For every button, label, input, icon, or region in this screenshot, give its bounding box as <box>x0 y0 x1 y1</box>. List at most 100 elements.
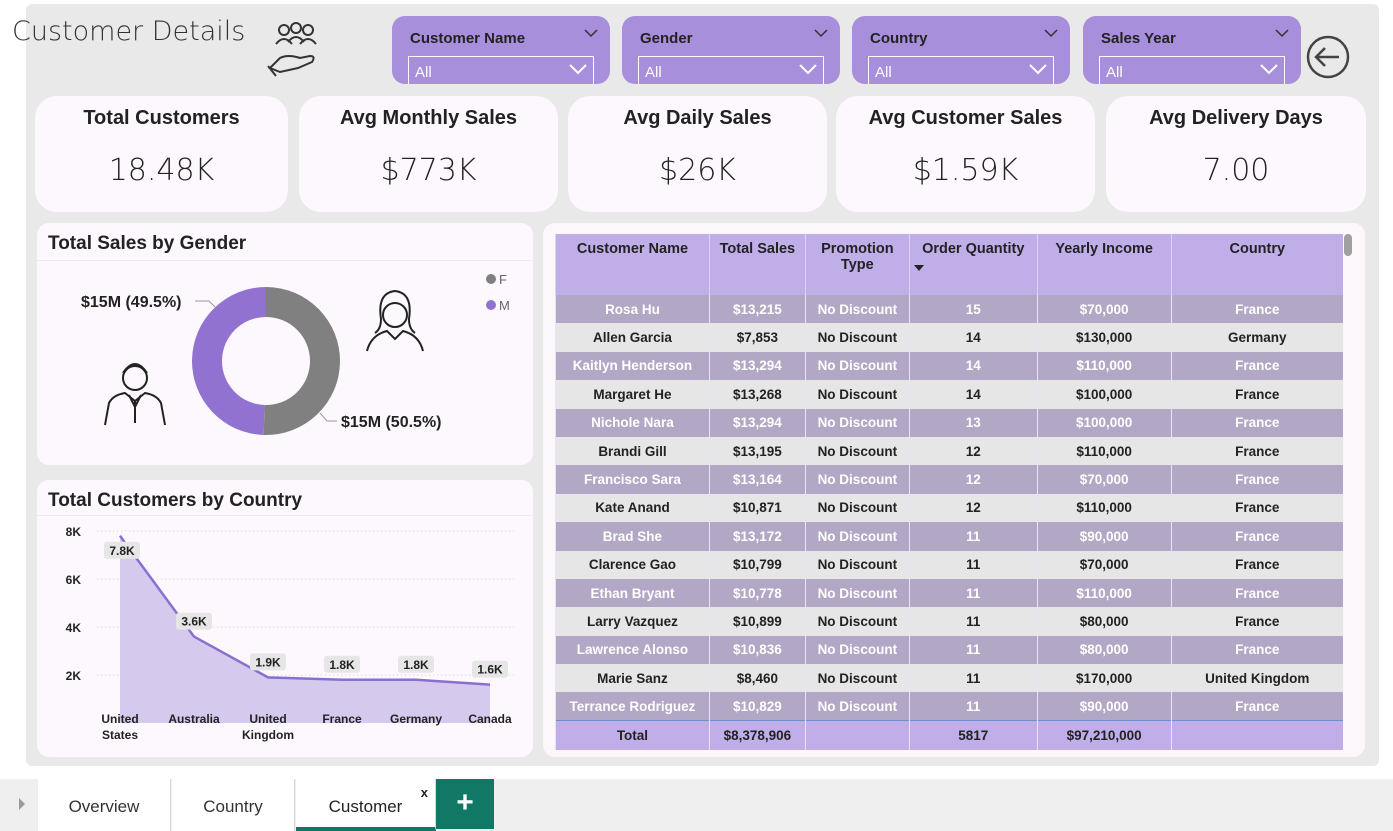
table-cell: No Discount <box>804 578 910 608</box>
table-row[interactable]: Ethan Bryant $10,778 No Discount 11 $110,000… <box>555 578 1343 608</box>
table-cell: Kaitlyn Henderson <box>555 351 710 381</box>
table-row[interactable]: Rosa Hu $13,215 No Discount 15 $70,000 France <box>555 295 1343 324</box>
table-row[interactable]: Terrance Rodriguez $10,829 No Discount 11 $9… <box>555 692 1343 721</box>
female-person-icon <box>366 289 424 352</box>
slicer-sales-year[interactable]: Sales Year All <box>1083 16 1301 84</box>
table-cell: No Discount <box>804 465 910 494</box>
total-cell: 5817 <box>908 720 1038 750</box>
slicer-label: Country <box>870 30 928 47</box>
table-cell: Clarence Gao <box>555 550 710 579</box>
table-row[interactable]: Clarence Gao $10,799 No Discount 11 $70,000 F… <box>555 550 1343 579</box>
column-header[interactable]: Promotion Type <box>804 234 910 295</box>
table-cell: No Discount <box>804 692 910 721</box>
table-row[interactable]: Kate Anand $10,871 No Discount 12 $110,000 Fr… <box>555 493 1343 523</box>
kpi-avg-monthly-sales: Avg Monthly Sales $773K <box>299 96 558 212</box>
chevron-down-icon[interactable] <box>584 28 598 38</box>
total-cell: Total <box>555 720 710 750</box>
legend-marker-f <box>486 274 496 284</box>
table-row[interactable]: Francisco Sara $13,164 No Discount 12 $70,00… <box>555 465 1343 494</box>
chevron-down-icon[interactable] <box>814 28 828 38</box>
donut-slice-m[interactable] <box>191 287 266 435</box>
table-cell: $13,294 <box>708 408 806 437</box>
slicer-dropdown[interactable]: All <box>868 56 1054 84</box>
table-cell: 11 <box>908 664 1038 693</box>
chevron-down-icon[interactable] <box>799 63 817 75</box>
table-row[interactable]: Brad She $13,172 No Discount 11 $90,000 Franc… <box>555 522 1343 551</box>
table-cell: Brandi Gill <box>555 436 710 466</box>
tab-overview[interactable]: Overview <box>38 779 171 831</box>
page-title: Customer Details <box>12 16 246 47</box>
column-header-label: Yearly Income <box>1055 241 1153 257</box>
chevron-right-icon[interactable] <box>18 797 26 811</box>
y-tick-label: 8K <box>66 525 82 539</box>
back-arrow-button[interactable] <box>1305 34 1351 80</box>
chevron-down-icon[interactable] <box>569 63 587 75</box>
add-page-button[interactable]: + <box>436 779 494 829</box>
kpi-value: $26K <box>659 153 736 188</box>
chevron-down-icon[interactable] <box>1044 28 1058 38</box>
table-cell: $13,294 <box>708 351 806 381</box>
kpi-total-customers: Total Customers 18.48K <box>35 96 288 212</box>
table-cell: $13,195 <box>708 436 806 466</box>
table-row[interactable]: Allen Garcia $7,853 No Discount 14 $130,000 G… <box>555 323 1343 352</box>
table-cell: $110,000 <box>1036 578 1172 608</box>
slicer-dropdown[interactable]: All <box>1099 56 1285 84</box>
kpi-label: Avg Delivery Days <box>1149 107 1323 129</box>
slicer-country[interactable]: Country All <box>852 16 1070 84</box>
table-row[interactable]: Kaitlyn Henderson $13,294 No Discount 14 $11… <box>555 351 1343 381</box>
table-scrollbar[interactable] <box>1344 234 1352 256</box>
table-cell: 14 <box>908 351 1038 381</box>
kpi-value: 18.48K <box>108 153 215 188</box>
donut-slice-f[interactable] <box>263 287 340 435</box>
slicer-dropdown[interactable]: All <box>408 56 594 84</box>
tab-label: Customer <box>328 797 403 816</box>
kpi-label: Avg Monthly Sales <box>339 107 518 129</box>
table-cell: $10,799 <box>708 550 806 579</box>
kpi-label: Total Customers <box>83 107 240 129</box>
table-cell: Brad She <box>555 522 710 551</box>
column-header[interactable]: Total Sales <box>708 234 806 295</box>
table-row[interactable]: Margaret He $13,268 No Discount 14 $100,000 F… <box>555 380 1343 409</box>
legend-label-f: F <box>499 272 507 287</box>
table-cell: $80,000 <box>1036 635 1172 665</box>
chevron-down-icon[interactable] <box>1260 63 1278 75</box>
table-cell: France <box>1170 607 1343 636</box>
column-header-label: Type <box>840 257 874 273</box>
column-header[interactable]: Country <box>1170 234 1343 295</box>
data-label-f: $15M (50.5%) <box>341 414 442 431</box>
gender-donut-chart: F M $15M (49.5%) $15M (50.5%) <box>81 272 510 435</box>
data-label-leader-f <box>319 412 337 422</box>
table-row[interactable]: Nichole Nara $13,294 No Discount 13 $100,000… <box>555 408 1343 437</box>
x-tick-label: United <box>101 712 138 726</box>
table-row[interactable]: Brandi Gill $13,195 No Discount 12 $110,000 F… <box>555 436 1343 466</box>
chevron-down-icon[interactable] <box>1275 28 1289 38</box>
total-cell <box>804 720 910 750</box>
tab-customer[interactable]: Customer x <box>296 779 436 831</box>
table-row[interactable]: Marie Sanz $8,460 No Discount 11 $170,000 Uni… <box>555 664 1343 693</box>
country-area-chart: 2K 4K 6K 8K 7.8K United States 3.6K Australia 1.9… <box>66 525 517 742</box>
table-cell: $13,215 <box>708 295 806 324</box>
slicer-gender[interactable]: Gender All <box>622 16 840 84</box>
table-cell: 12 <box>908 436 1038 466</box>
close-tab-icon[interactable]: x <box>421 785 428 800</box>
slicer-dropdown[interactable]: All <box>638 56 824 84</box>
column-header[interactable]: Order Quantity <box>908 234 1038 295</box>
table-cell: France <box>1170 550 1343 579</box>
table-cell: $110,000 <box>1036 351 1172 381</box>
table-cell: $90,000 <box>1036 692 1172 721</box>
y-tick-label: 2K <box>66 669 82 683</box>
table-cell: 13 <box>908 408 1038 437</box>
column-header[interactable]: Customer Name <box>555 234 710 295</box>
sort-desc-icon[interactable] <box>913 265 924 271</box>
table-cell: 14 <box>908 323 1038 352</box>
kpi-avg-delivery-days: Avg Delivery Days 7.00 <box>1106 96 1366 212</box>
tab-country[interactable]: Country <box>172 779 295 831</box>
column-header[interactable]: Yearly Income <box>1036 234 1172 295</box>
table-row[interactable]: Larry Vazquez $10,899 No Discount 11 $80,000… <box>555 607 1343 636</box>
table-row[interactable]: Lawrence Alonso $10,836 No Discount 11 $80,0… <box>555 635 1343 665</box>
data-label: 1.8K <box>329 658 355 672</box>
data-label: 1.8K <box>403 658 429 672</box>
chevron-down-icon[interactable] <box>1029 63 1047 75</box>
column-header-label: Total Sales <box>719 241 796 257</box>
slicer-customer-name[interactable]: Customer Name All <box>392 16 610 84</box>
